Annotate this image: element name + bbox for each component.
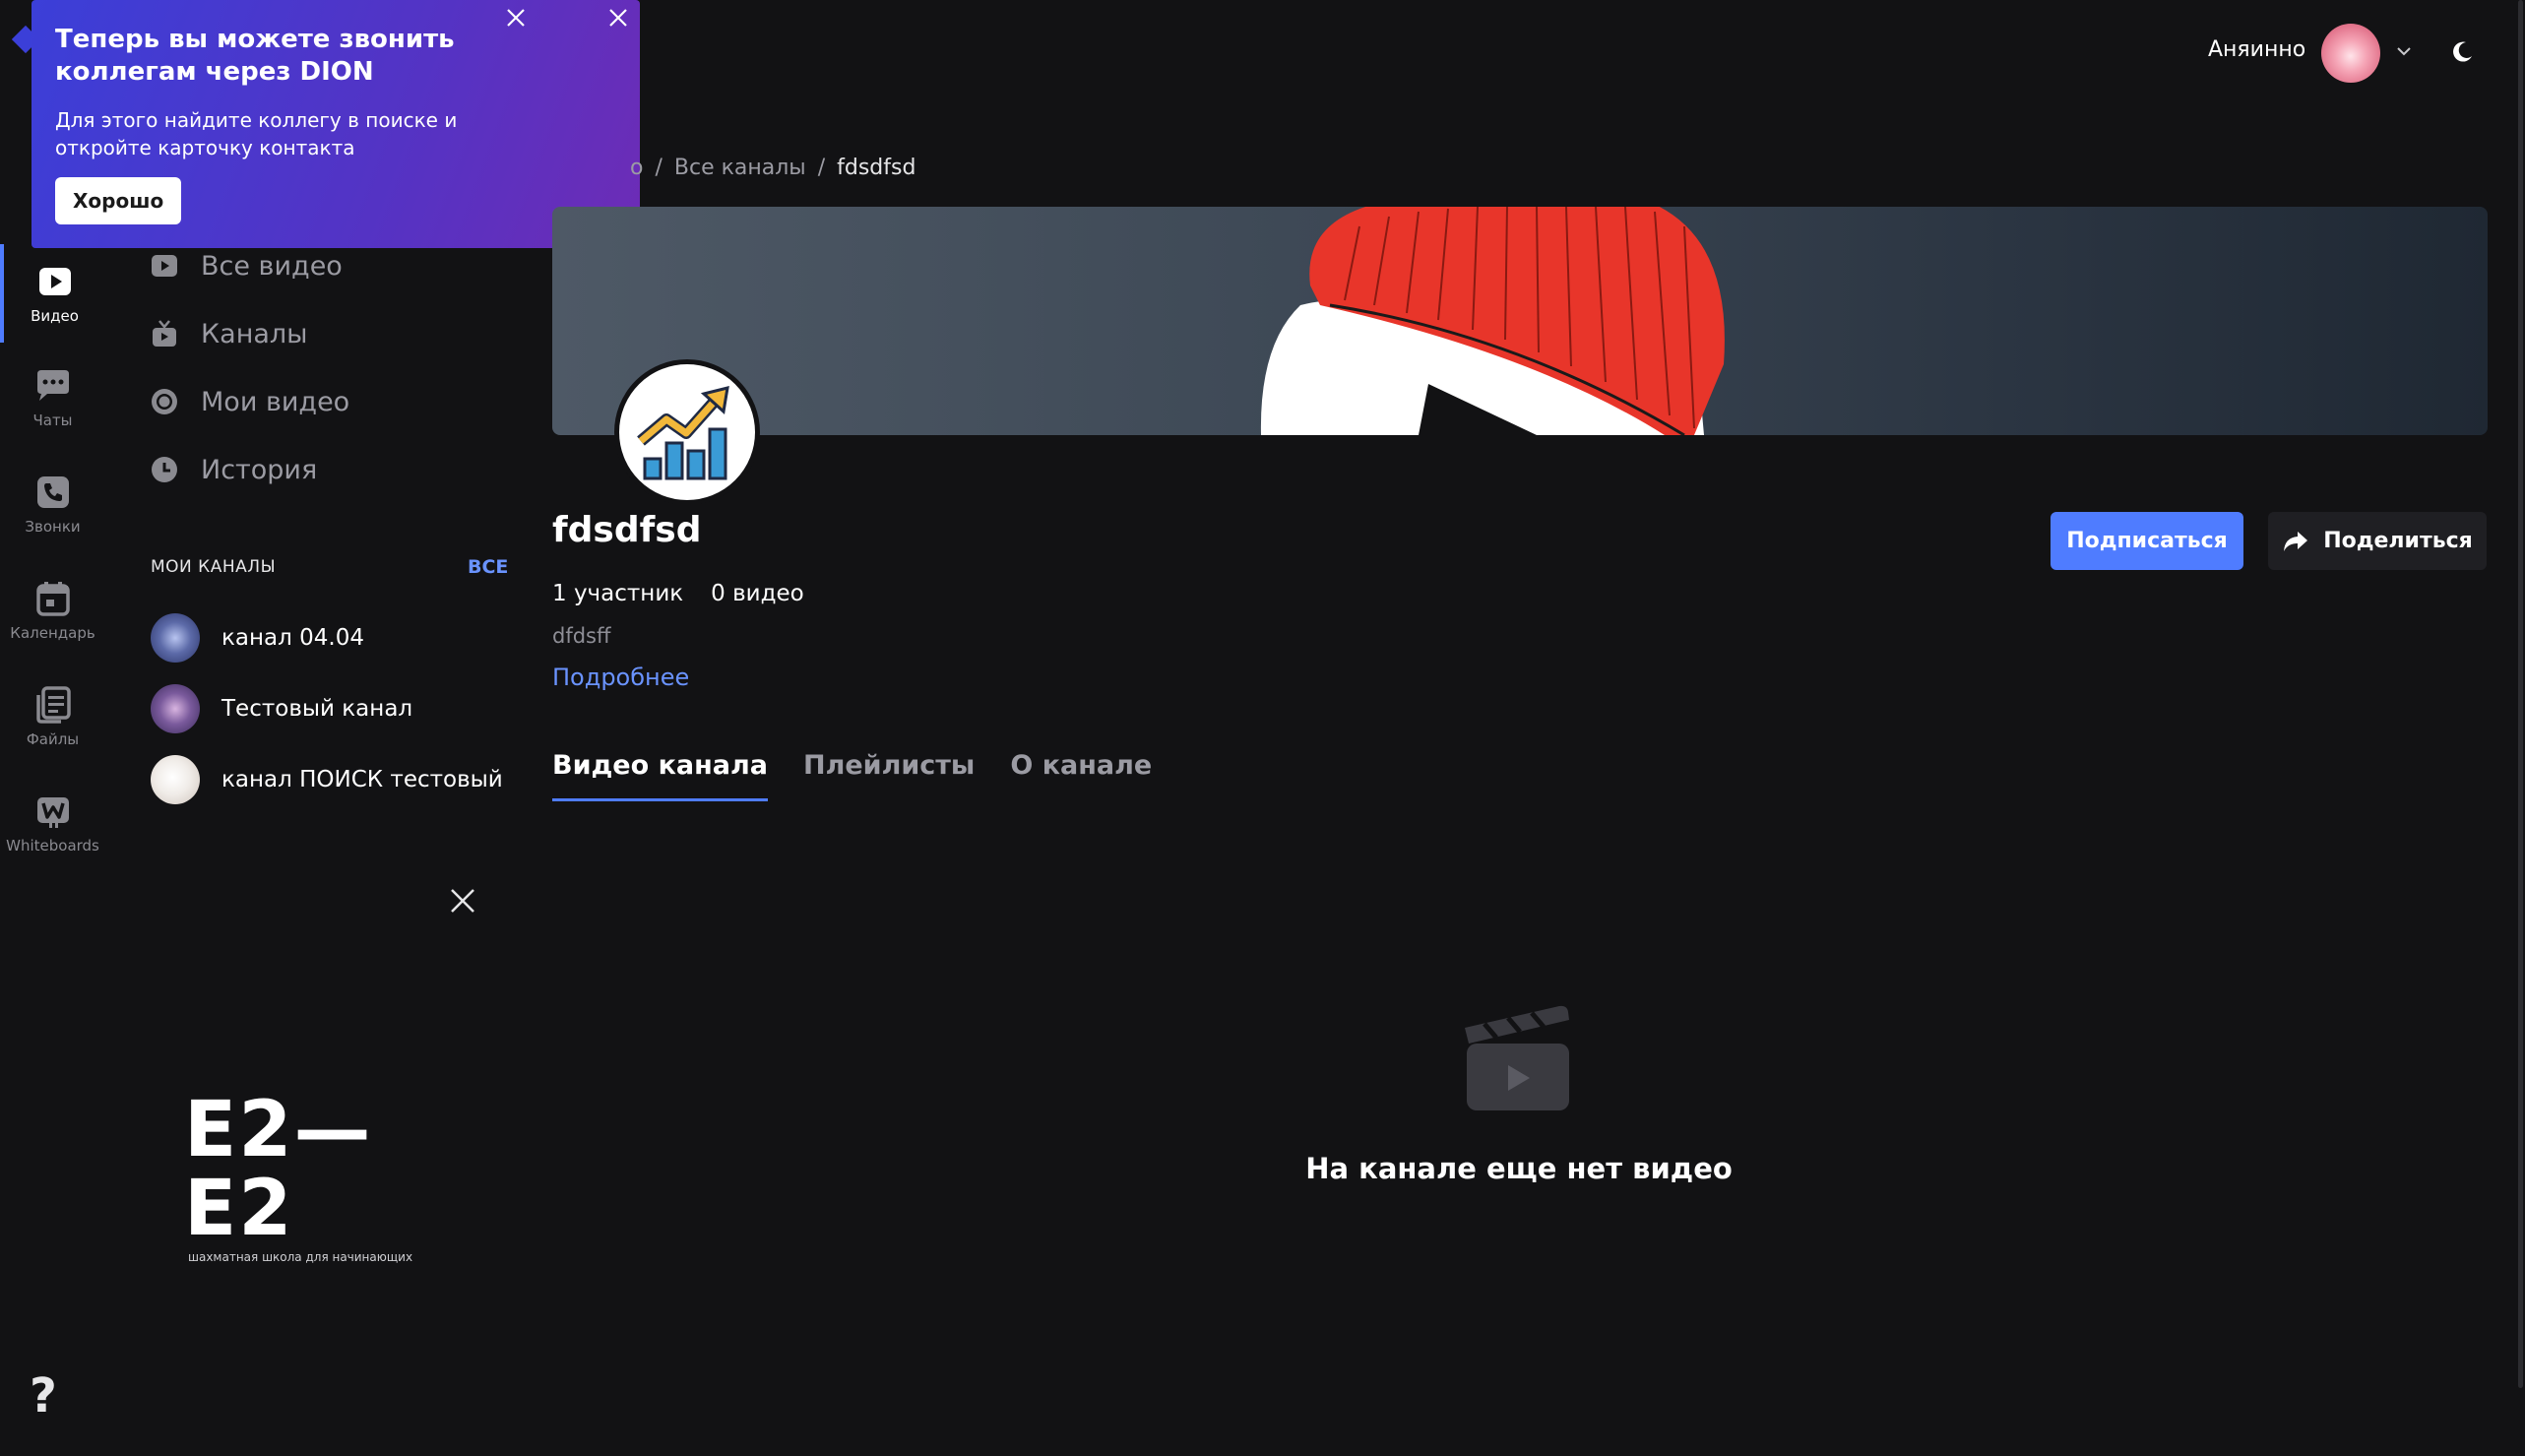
breadcrumb-current: fdsdfsd	[837, 156, 916, 180]
more-link[interactable]: Подробнее	[552, 664, 689, 691]
all-channels-link[interactable]: ВСЕ	[468, 556, 508, 578]
channel-logo	[614, 359, 760, 505]
calendar-icon	[35, 582, 70, 616]
rail-item-label: Звонки	[25, 518, 81, 536]
promo-logo-subtitle: шахматная школа для начинающих	[188, 1250, 413, 1264]
feature-toast: Теперь вы можете звонить коллегам через …	[32, 0, 640, 248]
channel-stats: 1 участник 0 видео	[552, 581, 804, 606]
nav-my-videos[interactable]: Мои видео	[150, 378, 349, 425]
rail-item-whiteboards[interactable]: Whiteboards	[0, 774, 105, 872]
clapperboard-icon	[1465, 1005, 1569, 1110]
channel-banner	[552, 207, 2488, 435]
breadcrumb-item[interactable]: Все каналы	[674, 156, 806, 180]
moon-icon[interactable]	[2449, 39, 2475, 65]
rail-item-chats[interactable]: Чаты	[0, 348, 105, 447]
play-icon	[150, 251, 179, 281]
channel-tabs: Видео канала Плейлисты О канале	[552, 750, 1152, 801]
close-icon[interactable]	[448, 886, 477, 916]
banner-image	[1260, 207, 1725, 435]
nav-label: Каналы	[201, 318, 308, 349]
rail-item-video[interactable]: Видео	[0, 244, 105, 343]
files-icon	[35, 686, 71, 724]
share-label: Поделиться	[2323, 529, 2473, 553]
empty-state-text: На канале еще нет видео	[1305, 1152, 1733, 1185]
breadcrumb: о / Все каналы / fdsdfsd	[630, 156, 915, 180]
promo-logo-text: E2—E2	[184, 1086, 373, 1253]
channel-avatar	[151, 684, 200, 733]
nav-label: История	[201, 454, 318, 485]
channel-item[interactable]: канал 04.04	[151, 612, 364, 664]
toast-text: Для этого найдите коллегу в поиске и отк…	[55, 108, 458, 159]
breadcrumb-separator: /	[817, 156, 826, 180]
videos-count: 0 видео	[711, 581, 804, 606]
tab-playlists[interactable]: Плейлисты	[803, 750, 975, 801]
nav-channels[interactable]: Каналы	[150, 310, 308, 357]
chat-icon	[36, 370, 69, 401]
share-icon	[2284, 531, 2308, 551]
nav-all-videos[interactable]: Все видео	[150, 242, 343, 289]
record-icon	[150, 387, 179, 416]
rail-item-label: Whiteboards	[6, 837, 99, 855]
channel-item[interactable]: Тестовый канал	[151, 683, 412, 734]
clock-icon	[150, 455, 179, 484]
help-button[interactable]: ?	[30, 1368, 69, 1427]
promo-logo[interactable]: E2—E2 шахматная школа для начинающих	[184, 1091, 460, 1264]
channel-avatar	[151, 755, 200, 804]
nav-history[interactable]: История	[150, 446, 317, 493]
tab-about[interactable]: О канале	[1010, 750, 1152, 801]
rail-item-label: Файлы	[26, 730, 80, 748]
channel-name: Тестовый канал	[221, 696, 413, 722]
rail-item-files[interactable]: Файлы	[0, 667, 105, 766]
rail-item-calls[interactable]: Звонки	[0, 455, 105, 553]
subscribe-button[interactable]: Подписаться	[2051, 512, 2243, 570]
channel-name: канал ПОИСК тестовый	[221, 767, 503, 792]
close-icon[interactable]	[606, 6, 630, 30]
scrollbar[interactable]	[2518, 0, 2523, 1388]
close-icon[interactable]	[504, 6, 528, 30]
whiteboard-icon	[36, 797, 69, 828]
toast-ok-button[interactable]: Хорошо	[55, 177, 182, 224]
user-name[interactable]: Аняинно	[2208, 37, 2305, 62]
chevron-down-icon[interactable]	[2394, 41, 2414, 61]
nav-label: Мои видео	[201, 386, 350, 417]
growth-chart-icon	[637, 385, 729, 480]
rail-item-calendar[interactable]: Календарь	[0, 561, 105, 660]
channel-avatar	[151, 613, 200, 663]
channel-item[interactable]: канал ПОИСК тестовый	[151, 754, 503, 805]
share-button[interactable]: Поделиться	[2268, 512, 2487, 570]
channel-description: dfdsff	[552, 624, 611, 648]
phone-icon	[36, 476, 69, 508]
tab-channel-videos[interactable]: Видео канала	[552, 750, 768, 801]
avatar[interactable]	[2321, 24, 2380, 83]
toast-title: Теперь вы можете звонить коллегам через …	[55, 25, 455, 87]
breadcrumb-separator: /	[655, 156, 663, 180]
tv-icon	[150, 319, 179, 348]
nav-label: Все видео	[201, 250, 343, 282]
video-icon	[38, 268, 71, 295]
rail-item-label: Календарь	[10, 624, 95, 642]
channel-title: fdsdfsd	[552, 510, 702, 550]
channel-name: канал 04.04	[221, 625, 364, 651]
members-count[interactable]: 1 участник	[552, 581, 683, 606]
rail-item-label: Видео	[31, 307, 79, 325]
my-channels-title: МОИ КАНАЛЫ	[151, 557, 277, 577]
breadcrumb-item[interactable]: о	[630, 156, 643, 180]
rail-item-label: Чаты	[32, 411, 73, 429]
